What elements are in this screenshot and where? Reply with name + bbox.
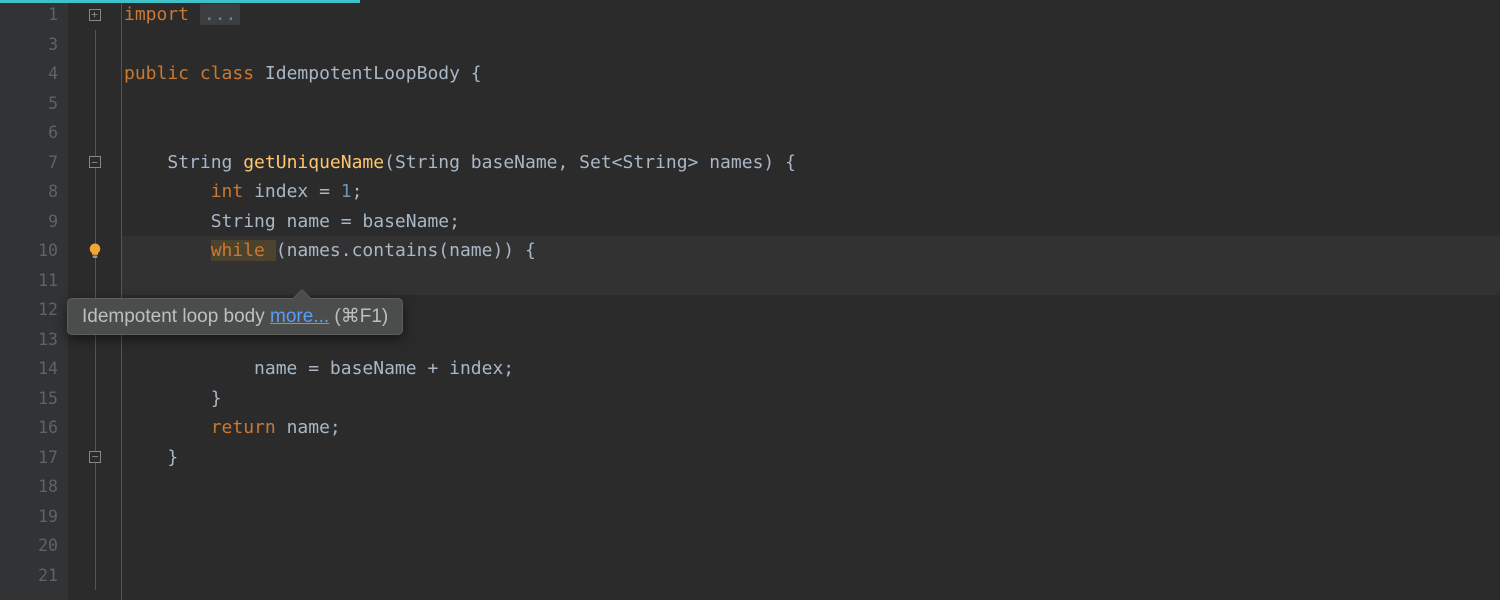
tooltip-text: Idempotent loop body [82, 306, 270, 327]
code-line: } [122, 384, 1500, 414]
code-line: String name = baseName; [122, 207, 1500, 237]
code-line: String getUniqueName(String baseName, Se… [122, 148, 1500, 178]
line-number: 10 [0, 236, 58, 266]
line-number: 13 [0, 325, 58, 355]
line-number: 19 [0, 502, 58, 532]
code-line [122, 531, 1500, 561]
line-number: 15 [0, 384, 58, 414]
line-number: 6 [0, 118, 58, 148]
line-number: 11 [0, 266, 58, 296]
inspection-tooltip: Idempotent loop body more... (⌘F1) [67, 298, 403, 335]
code-line [122, 502, 1500, 532]
line-number: 16 [0, 413, 58, 443]
line-number: 8 [0, 177, 58, 207]
code-editor[interactable]: 1 3 4 5 6 7 8 9 10 11 12 13 14 15 16 17 … [0, 0, 1500, 600]
code-line: return name; [122, 413, 1500, 443]
fold-expand-icon[interactable] [89, 9, 101, 21]
code-line [122, 30, 1500, 60]
inspection-warning[interactable]: while [211, 240, 276, 261]
line-number: 20 [0, 531, 58, 561]
code-line: public class IdempotentLoopBody { [122, 59, 1500, 89]
lightbulb-icon[interactable] [86, 242, 104, 260]
line-number: 9 [0, 207, 58, 237]
folded-region[interactable]: ... [200, 4, 241, 25]
code-line [122, 266, 1500, 296]
line-number-gutter: 1 3 4 5 6 7 8 9 10 11 12 13 14 15 16 17 … [0, 0, 68, 600]
line-number: 1 [0, 0, 58, 30]
code-line: import ... [122, 0, 1500, 30]
code-area[interactable]: import ... public class IdempotentLoopBo… [122, 0, 1500, 600]
code-line [122, 118, 1500, 148]
line-number: 12 [0, 295, 58, 325]
code-line: while (names.contains(name)) { [122, 236, 1500, 266]
code-line [122, 561, 1500, 591]
line-number: 5 [0, 89, 58, 119]
code-line [122, 472, 1500, 502]
code-line: name = baseName + index; [122, 354, 1500, 384]
line-number: 21 [0, 561, 58, 591]
line-number: 17 [0, 443, 58, 473]
fold-collapse-icon[interactable] [89, 156, 101, 168]
code-line: } [122, 443, 1500, 473]
progress-indicator [0, 0, 360, 3]
line-number: 4 [0, 59, 58, 89]
line-number: 14 [0, 354, 58, 384]
code-line: int index = 1; [122, 177, 1500, 207]
line-number: 18 [0, 472, 58, 502]
fold-collapse-icon[interactable] [89, 451, 101, 463]
line-number: 3 [0, 30, 58, 60]
tooltip-shortcut: (⌘F1) [329, 306, 388, 327]
tooltip-more-link[interactable]: more... [270, 306, 329, 327]
line-number: 7 [0, 148, 58, 178]
code-line [122, 89, 1500, 119]
